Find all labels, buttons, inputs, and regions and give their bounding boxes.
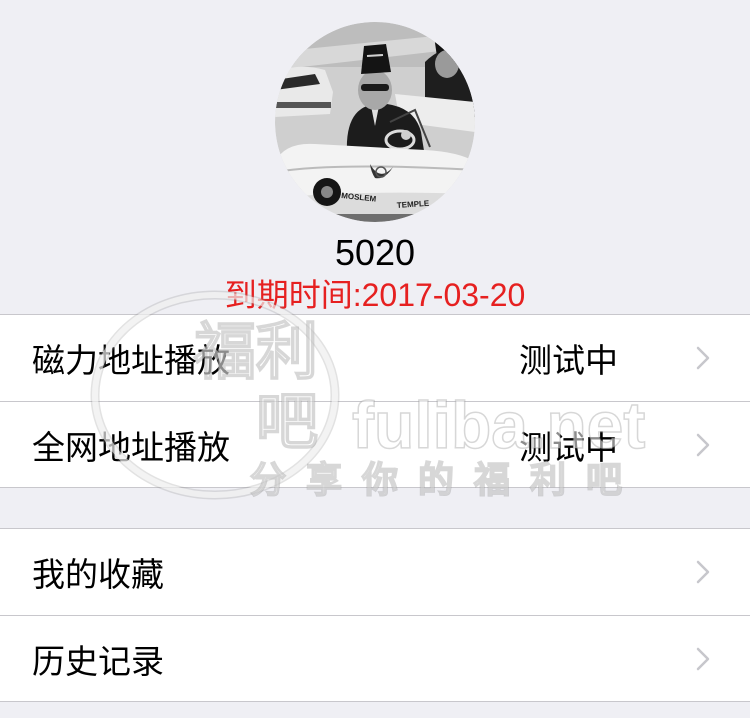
photo-background-car (275, 66, 333, 117)
menu-item-history[interactable]: 历史记录 (0, 615, 750, 701)
menu-group-library: 我的收藏 历史记录 (0, 528, 750, 702)
user-avatar[interactable]: MOSLEM TEMPLE (275, 22, 475, 222)
menu-item-web-play[interactable]: 全网地址播放 测试中 (0, 401, 750, 487)
menu-item-status: 测试中 (519, 428, 618, 466)
menu-item-status: 测试中 (519, 342, 618, 379)
chevron-right-icon (696, 346, 710, 370)
expiry-date: 到期时间:2017-03-20 (224, 277, 526, 313)
menu-item-label: 历史记录 (32, 642, 164, 680)
menu-item-label: 磁力地址播放 (32, 342, 230, 379)
menu-item-label: 全网地址播放 (32, 428, 230, 466)
profile-screen: MOSLEM TEMPLE 5020 到期时间:2017-03-20 磁力地址播… (0, 0, 750, 718)
username: 5020 (334, 232, 416, 273)
photo-white-car: MOSLEM TEMPLE (275, 143, 475, 222)
menu-item-magnet-play[interactable]: 磁力地址播放 测试中 (0, 315, 750, 401)
menu-group-playback: 磁力地址播放 测试中 全网地址播放 测试中 (0, 314, 750, 488)
menu-item-label: 我的收藏 (32, 556, 164, 593)
chevron-right-icon (696, 560, 710, 584)
chevron-right-icon (696, 647, 710, 671)
avatar-photo: MOSLEM TEMPLE (275, 22, 475, 222)
chevron-right-icon (696, 433, 710, 457)
menu-item-favorites[interactable]: 我的收藏 (0, 529, 750, 615)
